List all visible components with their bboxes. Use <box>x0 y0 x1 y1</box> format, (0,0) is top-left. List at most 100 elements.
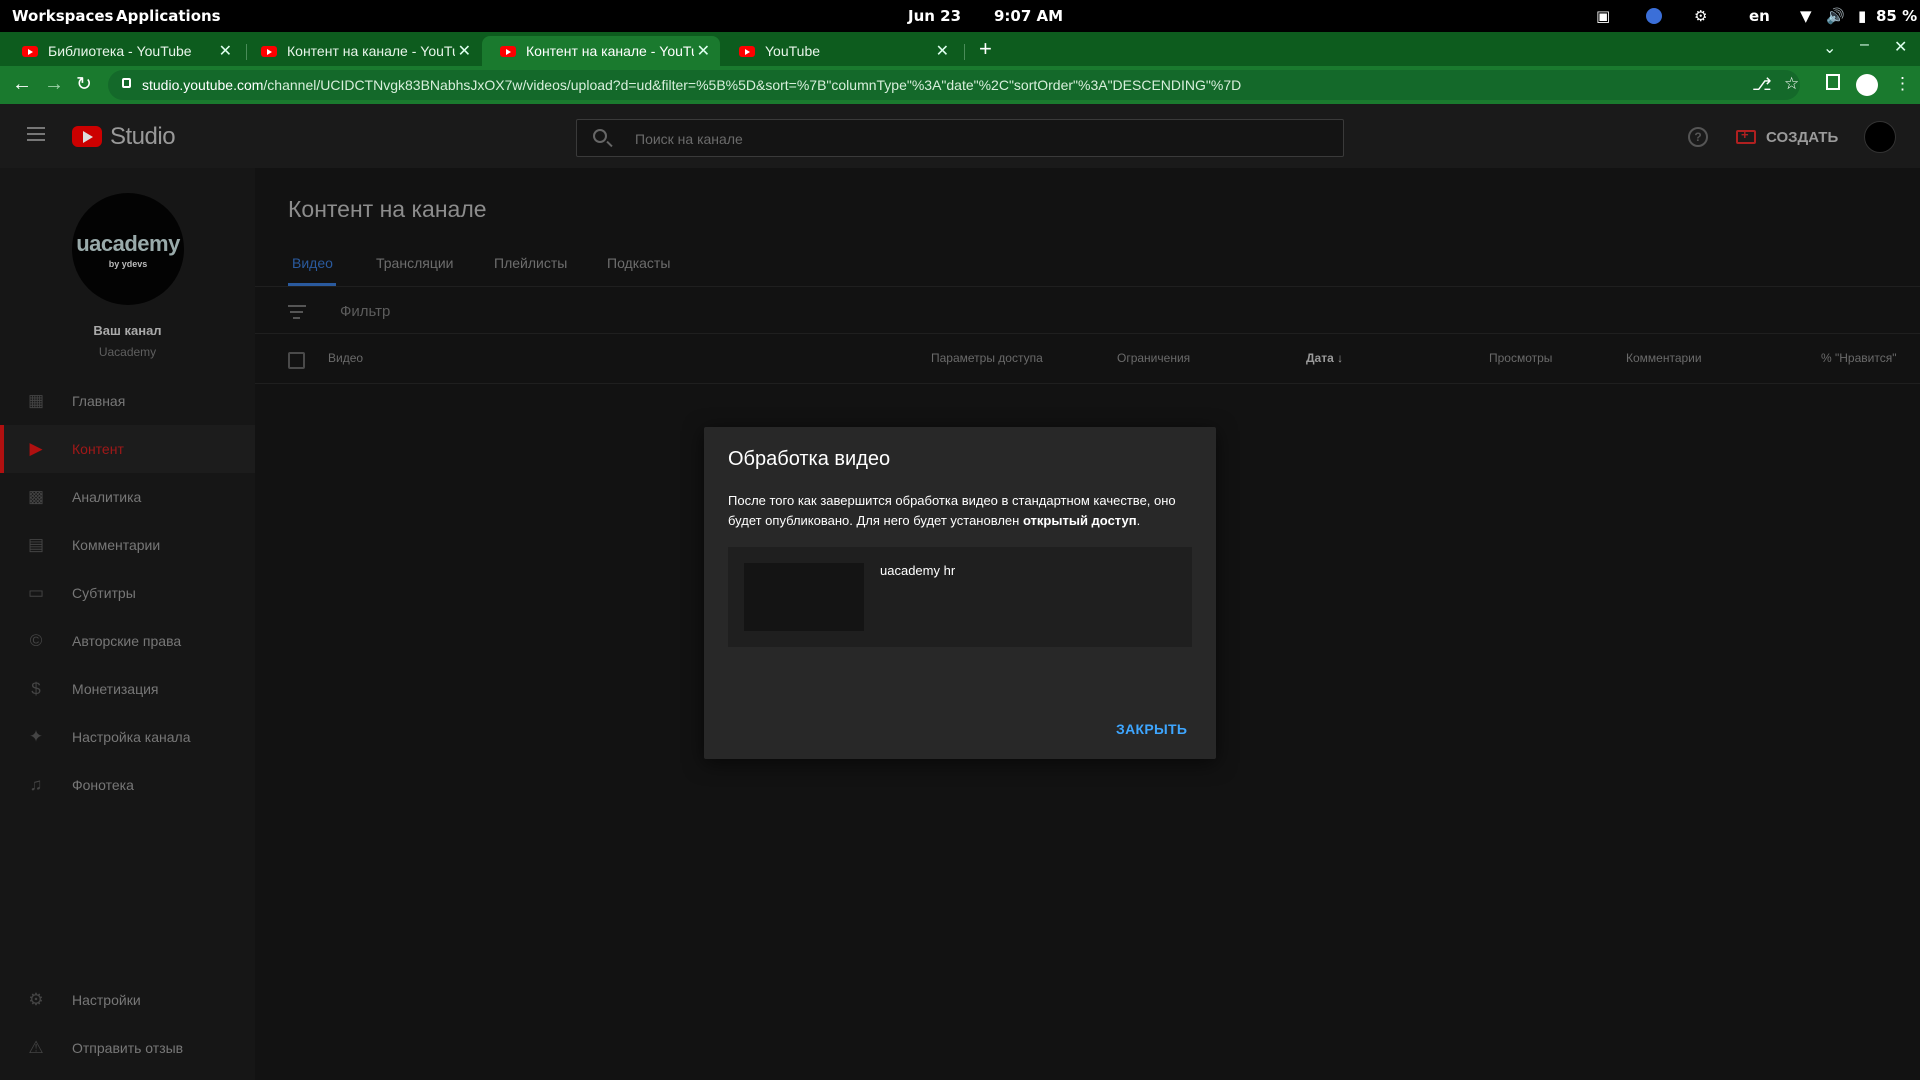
applications-menu[interactable]: Applications <box>116 7 221 25</box>
video-card: uacademy hr <box>728 547 1192 647</box>
profile-avatar-icon[interactable] <box>1856 74 1878 96</box>
channel-search[interactable] <box>576 119 1344 157</box>
page-title: Контент на канале <box>288 196 487 222</box>
back-arrow-icon[interactable]: ← <box>12 73 32 96</box>
settings-icon: ⚙ <box>28 990 44 1009</box>
copyright-icon: © <box>29 631 43 650</box>
side-panel-icon[interactable] <box>1826 74 1840 90</box>
tab-search-chevron-icon[interactable]: ⌄ <box>1823 38 1836 58</box>
workspaces-menu[interactable]: Workspaces <box>12 7 113 25</box>
sidebar-item-audio-library[interactable]: ♫ Фонотека <box>0 761 255 809</box>
reload-icon[interactable]: ↻ <box>76 73 92 96</box>
youtube-logo-icon[interactable] <box>72 126 102 147</box>
date: Jun 23 <box>908 7 962 25</box>
tab-playlists[interactable]: Плейлисты <box>494 255 567 271</box>
avatar-logo-text: uacademy <box>76 231 180 256</box>
sidebar-item-copyright[interactable]: © Авторские права <box>0 617 255 665</box>
browser-tab[interactable]: YouTube ✕ <box>721 36 959 66</box>
studio-logo-text[interactable]: Studio <box>110 123 176 151</box>
youtube-favicon-icon <box>500 45 516 57</box>
browser-toolbar: ← → ↻ studio.youtube.com/channel/UCIDCTN… <box>0 66 1920 104</box>
video-title: uacademy hr <box>880 563 956 578</box>
sidebar-item-label: Настройки <box>72 992 141 1008</box>
channel-label: Ваш канал <box>93 323 162 338</box>
tabs-divider <box>255 286 1920 287</box>
subtitles-icon: ▭ <box>27 583 45 602</box>
tab-title: Контент на канале - YouTube <box>526 43 694 59</box>
sidebar-item-label: Настройка канала <box>72 729 191 745</box>
dialog-body: После того как завершится обработка виде… <box>728 493 1176 528</box>
studio-header: Studio ? СОЗДАТЬ <box>0 104 1920 168</box>
create-button[interactable]: СОЗДАТЬ <box>1736 124 1838 150</box>
channel-avatar[interactable]: uacademy by ydevs <box>72 193 184 305</box>
wifi-icon[interactable]: ▼ <box>1800 7 1812 25</box>
processing-dialog: Обработка видео После того как завершитс… <box>704 427 1216 759</box>
battery-level: 85 % <box>1876 7 1918 25</box>
column-header-visibility: Параметры доступа <box>931 351 1043 365</box>
chrome-remote-icon[interactable] <box>1646 8 1662 24</box>
select-all-checkbox[interactable] <box>288 352 305 369</box>
column-header-date[interactable]: Дата ↓ <box>1306 351 1343 365</box>
channel-name: Uacademy <box>98 345 157 359</box>
feedback-icon: ⚠ <box>28 1038 44 1057</box>
sidebar-item-label: Главная <box>72 393 126 409</box>
audio-library-icon: ♫ <box>29 775 43 794</box>
hamburger-menu-icon[interactable] <box>27 127 45 141</box>
youtube-favicon-icon <box>22 45 38 57</box>
avatar-logo-subtext: by ydevs <box>108 259 148 269</box>
column-header-restrictions: Ограничения <box>1117 351 1191 365</box>
keyboard-layout[interactable]: en <box>1749 7 1770 25</box>
filter-input[interactable]: Фильтр <box>340 303 390 320</box>
sort-down-arrow-icon: ↓ <box>1337 351 1344 365</box>
volume-icon[interactable]: 🔊 <box>1826 7 1845 25</box>
sidebar: uacademy by ydevs Ваш канал Uacademy ▦ Г… <box>0 168 255 1080</box>
browser-tab[interactable]: Контент на канале - YouTube ✕ <box>243 36 481 66</box>
create-label: СОЗДАТЬ <box>1766 128 1839 146</box>
dialog-title: Обработка видео <box>728 448 891 470</box>
time: 9:07 AM <box>994 7 1064 25</box>
sidebar-item-dashboard[interactable]: ▦ Главная <box>0 377 255 425</box>
sidebar-item-feedback[interactable]: ⚠ Отправить отзыв <box>0 1024 255 1072</box>
screenshot-icon[interactable]: ▣ <box>1596 7 1610 25</box>
close-button[interactable]: ЗАКРЫТЬ <box>1116 721 1187 737</box>
sidebar-item-customization[interactable]: ✦ Настройка канала <box>0 713 255 761</box>
menu-dots-icon[interactable]: ⋮ <box>1894 74 1911 94</box>
sidebar-item-settings[interactable]: ⚙ Настройки <box>0 976 255 1024</box>
new-tab-button[interactable]: + <box>979 36 992 62</box>
close-tab-icon[interactable]: ✕ <box>458 41 471 61</box>
search-input[interactable] <box>633 128 1233 150</box>
share-icon[interactable]: ⎇ <box>1752 75 1772 95</box>
gear-icon[interactable]: ⚙ <box>1694 7 1707 25</box>
dashboard-icon: ▦ <box>27 391 45 410</box>
filter-divider <box>255 333 1920 334</box>
sidebar-item-content[interactable]: ▶ Контент <box>0 425 255 473</box>
content-icon: ▶ <box>29 439 43 458</box>
lock-icon[interactable] <box>122 78 131 88</box>
youtube-favicon-icon <box>261 45 277 57</box>
tab-live[interactable]: Трансляции <box>376 255 453 271</box>
bookmark-star-icon[interactable]: ☆ <box>1784 74 1799 94</box>
address-bar[interactable]: studio.youtube.com/channel/UCIDCTNvgk83B… <box>108 70 1800 100</box>
account-avatar[interactable] <box>1864 121 1896 153</box>
sidebar-item-subtitles[interactable]: ▭ Субтитры <box>0 569 255 617</box>
sidebar-item-comments[interactable]: ▤ Комментарии <box>0 521 255 569</box>
filter-icon[interactable] <box>288 305 306 319</box>
close-tab-icon[interactable]: ✕ <box>697 41 710 61</box>
column-header-likes: % "Нравится" <box>1821 351 1897 365</box>
sidebar-item-label: Отправить отзыв <box>72 1040 184 1056</box>
minimize-icon[interactable]: – <box>1860 36 1869 54</box>
close-tab-icon[interactable]: ✕ <box>219 41 232 61</box>
tab-videos[interactable]: Видео <box>292 255 333 271</box>
monetization-icon: $ <box>31 679 41 698</box>
tab-podcasts[interactable]: Подкасты <box>607 255 670 271</box>
close-tab-icon[interactable]: ✕ <box>936 41 949 61</box>
close-window-icon[interactable]: ✕ <box>1894 37 1907 57</box>
customization-icon: ✦ <box>28 727 44 746</box>
help-icon[interactable]: ? <box>1688 127 1708 147</box>
sidebar-item-monetization[interactable]: $ Монетизация <box>0 665 255 713</box>
sidebar-item-analytics[interactable]: ▩ Аналитика <box>0 473 255 521</box>
forward-arrow-icon[interactable]: → <box>44 73 64 96</box>
browser-tab-active[interactable]: Контент на канале - YouTube ✕ <box>482 36 720 66</box>
url-text[interactable]: studio.youtube.com/channel/UCIDCTNvgk83B… <box>142 77 1241 93</box>
browser-tab[interactable]: Библиотека - YouTube ✕ <box>4 36 242 66</box>
